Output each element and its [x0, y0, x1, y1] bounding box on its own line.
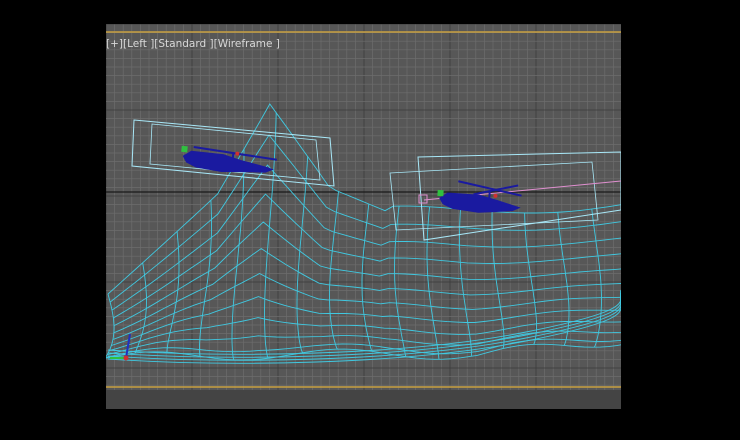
helicopter-rotor-mast	[488, 191, 491, 200]
terrain-edge	[166, 231, 180, 353]
viewport-standard-menu[interactable]: [Standard ]	[154, 38, 213, 52]
terrain-edge	[361, 203, 373, 352]
terrain-edge	[264, 112, 277, 359]
terrain-edge	[199, 200, 212, 357]
viewport-label-menu[interactable]: [+] [Left ] [Standard ] [Wireframe ]	[106, 38, 280, 52]
terrain-edge	[107, 103, 621, 295]
helicopter-tail-marker	[181, 145, 188, 153]
terrain-edge	[491, 211, 505, 349]
helicopter-right[interactable]	[436, 180, 522, 216]
terrain-edge	[557, 212, 570, 346]
app-window: [+] [Left ] [Standard ] [Wireframe ]	[0, 0, 740, 440]
viewport-bottom-strip	[106, 390, 621, 409]
terrain-edge	[591, 209, 602, 348]
axis-origin-icon	[123, 355, 129, 361]
terrain-edge	[296, 156, 309, 353]
viewport-plus-menu[interactable]: [+]	[106, 38, 123, 52]
helicopter-tail-marker	[437, 189, 444, 197]
helicopter-pivot	[493, 193, 498, 198]
left-viewport[interactable]: [+] [Left ] [Standard ] [Wireframe ]	[106, 24, 621, 409]
terrain-edge	[106, 293, 115, 358]
helicopter-pivot	[235, 151, 240, 156]
helicopter-rotor-mast	[231, 153, 235, 160]
viewport-point-of-view-menu[interactable]: [Left ]	[123, 38, 154, 52]
viewport-shading-menu[interactable]: [Wireframe ]	[214, 38, 280, 52]
helicopter-icon	[439, 192, 521, 213]
terrain-edge	[231, 149, 245, 361]
viewport-scene[interactable]	[106, 24, 621, 409]
